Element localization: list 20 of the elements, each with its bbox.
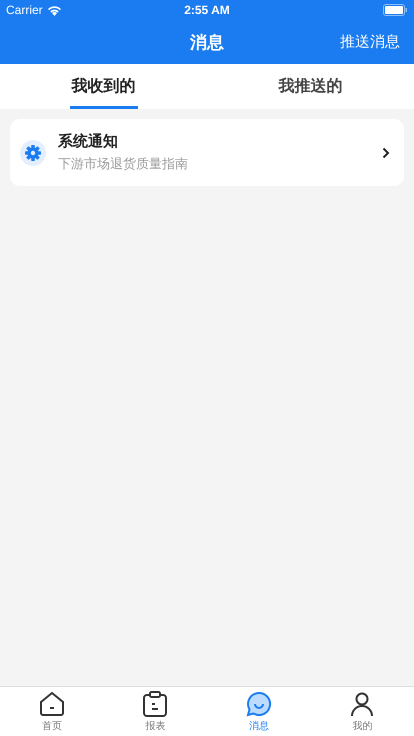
gear-icon (20, 140, 46, 166)
tab-bar-item[interactable]: 报表 (104, 687, 207, 736)
wifi-icon (46, 4, 62, 16)
chevron-icon (382, 146, 390, 158)
page-title: 消息 (190, 32, 224, 54)
house-icon (38, 690, 65, 716)
clipboard-icon (142, 690, 168, 716)
status-time: 2:55 AM (184, 3, 230, 17)
message-card[interactable]: 系统通知 下游市场退货质量指南 (10, 119, 404, 186)
message-title: 系统通知 (58, 132, 119, 151)
battery-icon (382, 4, 408, 16)
segment-tab[interactable]: 我推送的 (207, 64, 414, 109)
push-message-button[interactable]: 推送消息 (340, 30, 400, 54)
tab-bar-item[interactable]: 消息 (207, 687, 310, 736)
carrier-label: Carrier (6, 3, 43, 17)
tab-bar-item[interactable]: 我的 (310, 687, 414, 736)
tab-bar-item[interactable]: 首页 (0, 687, 104, 736)
person-icon (349, 690, 376, 716)
message-summary: 下游市场退货质量指南 (58, 156, 189, 173)
chat-bubble-icon (246, 690, 272, 716)
